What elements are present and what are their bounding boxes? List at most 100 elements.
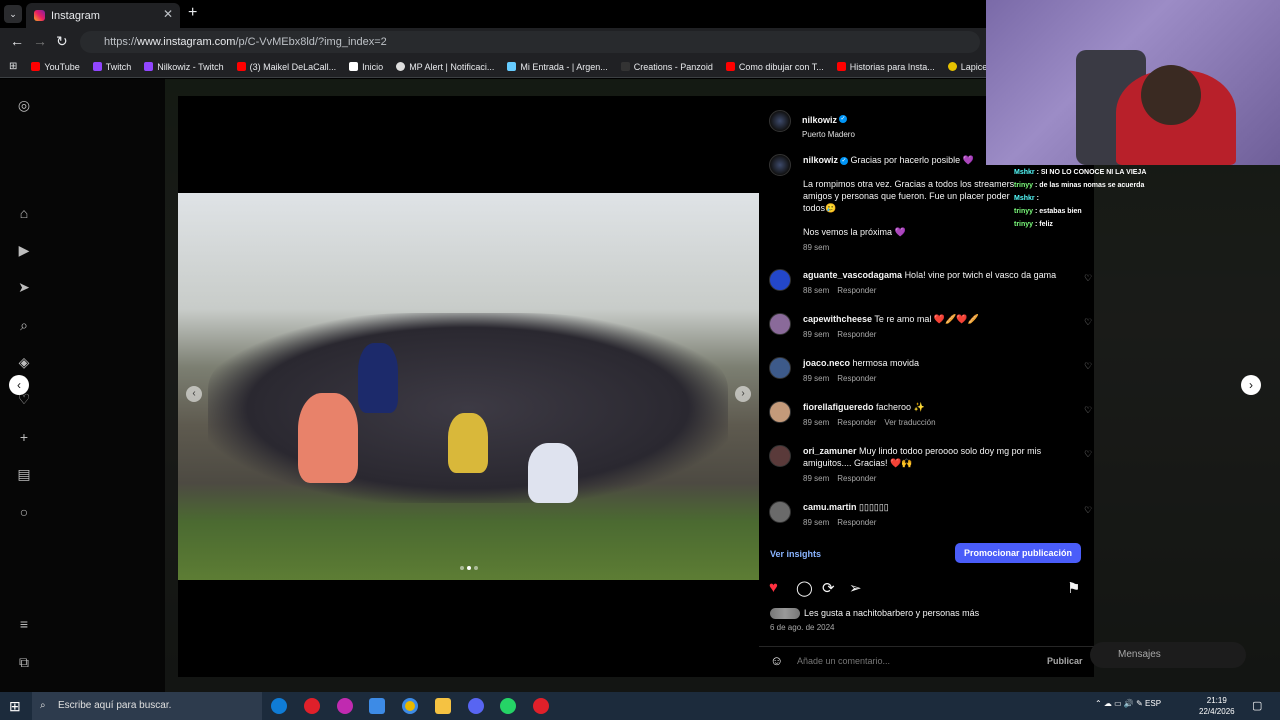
search-icon[interactable]: ⌕ (16, 317, 32, 333)
like-heart-icon[interactable]: ♥ (769, 579, 778, 596)
opera-icon[interactable] (304, 698, 320, 714)
previous-post-arrow-icon[interactable]: ‹ (9, 375, 29, 395)
file-explorer-icon[interactable] (435, 698, 451, 714)
bookmark-youtube[interactable]: YouTube (31, 62, 80, 72)
commenter-avatar[interactable] (769, 357, 791, 379)
publish-button[interactable]: Publicar (1047, 656, 1083, 666)
system-tray[interactable]: ⌃ ☁ ▭ 🔊 ✎ ESP (1095, 699, 1161, 708)
bookmark-maikel[interactable]: (3) Maikel DeLaCall... (236, 62, 336, 72)
commenter-avatar[interactable] (769, 401, 791, 423)
bookmark-x-inicio[interactable]: Inicio (349, 62, 383, 72)
commenter-username[interactable]: ori_zamuner (803, 446, 857, 456)
explore-icon[interactable]: ◈ (16, 354, 32, 370)
commenter-username[interactable]: aguante_vascodagama (803, 270, 902, 280)
like-comment-icon[interactable]: ♡ (1084, 405, 1092, 416)
author-avatar[interactable] (769, 110, 791, 132)
commenter-avatar[interactable] (769, 269, 791, 291)
commenter-username[interactable]: joaco.neco (803, 358, 850, 368)
repost-icon[interactable]: ⟳ (822, 579, 835, 597)
home-icon[interactable]: ⌂ (16, 205, 32, 221)
bookmarks-bar: ⊞ YouTube Twitch Nilkowiz - Twitch (3) M… (0, 56, 986, 78)
see-translation-button[interactable]: Ver traducción (884, 418, 935, 427)
back-icon[interactable]: ← (10, 33, 24, 49)
bookmark-twitch[interactable]: Twitch (92, 62, 131, 72)
dashboard-icon[interactable]: ▤ (16, 466, 32, 482)
commenter-username[interactable]: capewithcheese (803, 314, 872, 324)
notifications-icon[interactable]: ▢ (1252, 699, 1262, 712)
bookmark-icon[interactable]: ⚑ (1067, 579, 1080, 597)
share-icon[interactable]: ➢ (849, 579, 862, 597)
comment-text: ▯▯▯▯▯▯ (859, 502, 889, 512)
caption-avatar[interactable] (769, 154, 791, 176)
obs-icon[interactable] (533, 698, 549, 714)
like-comment-icon[interactable]: ♡ (1084, 505, 1092, 516)
apps-grid-icon[interactable]: ⊞ (9, 61, 17, 72)
opera-gx-icon[interactable] (337, 698, 353, 714)
windows-start-icon[interactable]: ⊞ (9, 698, 21, 715)
close-tab-icon[interactable]: ✕ (163, 7, 173, 21)
panzoid-icon (620, 62, 630, 71)
twitch-icon (144, 62, 154, 71)
bookmark-mi-entrada[interactable]: Mi Entrada - | Argen... (507, 62, 608, 72)
browser-tab-instagram[interactable]: Instagram ✕ (26, 3, 180, 28)
more-menu-icon[interactable]: ≡ (16, 616, 32, 632)
address-bar[interactable]: https://www.instagram.com/p/C-VvMEbx8ld/… (80, 31, 980, 53)
post-location[interactable]: Puerto Madero (802, 130, 1002, 139)
bookmark-panzoid[interactable]: Creations - Panzoid (620, 62, 713, 72)
instagram-logo-icon[interactable]: ◎ (16, 97, 32, 113)
view-insights-link[interactable]: Ver insights (770, 549, 821, 559)
likes-summary[interactable]: Les gusta a nachitobarbero y personas má… (770, 608, 979, 620)
store-icon[interactable] (369, 698, 385, 714)
messages-button[interactable]: Mensajes (1090, 642, 1246, 668)
bookmark-lapices[interactable]: Lapices Prismacolor... (947, 62, 986, 72)
edge-icon[interactable] (271, 698, 287, 714)
tab-search-icon[interactable]: ⌄ (4, 5, 22, 23)
threads-icon[interactable]: ⧉ (16, 654, 32, 670)
reply-button[interactable]: Responder (837, 518, 876, 527)
bookmark-como-dibujar[interactable]: Como dibujar con T... (725, 62, 824, 72)
reply-button[interactable]: Responder (837, 418, 876, 427)
caption-username[interactable]: nilkowiz (803, 155, 838, 165)
comment-icon[interactable]: ◯ (796, 579, 813, 597)
reply-button[interactable]: Responder (837, 474, 876, 483)
commenter-avatar[interactable] (769, 501, 791, 523)
like-comment-icon[interactable]: ♡ (1084, 317, 1092, 328)
taskbar-search[interactable]: ⌕ Escribe aquí para buscar. (32, 692, 262, 720)
forward-icon[interactable]: → (33, 33, 47, 49)
like-comment-icon[interactable]: ♡ (1084, 361, 1092, 372)
next-post-arrow-icon[interactable]: › (1241, 375, 1261, 395)
clock-time: 21:19 (1206, 696, 1227, 705)
emoji-icon[interactable]: ☺ (770, 653, 783, 668)
media-prev-arrow-icon[interactable]: ‹ (186, 386, 202, 402)
bookmark-nilkowiz-twitch[interactable]: Nilkowiz - Twitch (144, 62, 224, 72)
like-comment-icon[interactable]: ♡ (1084, 449, 1092, 460)
taskbar-clock[interactable]: 21:19 22/4/2026 (1199, 695, 1235, 717)
new-tab-icon[interactable]: + (188, 4, 197, 22)
profile-icon[interactable]: ○ (16, 504, 32, 520)
promote-post-button[interactable]: Promocionar publicación (955, 543, 1081, 563)
comment-time: 89 sem (803, 374, 830, 383)
language-indicator[interactable]: ESP (1145, 699, 1161, 708)
bookmark-mp-alert[interactable]: MP Alert | Notificaci... (396, 62, 494, 72)
reply-button[interactable]: Responder (837, 286, 876, 295)
create-icon[interactable]: + (16, 429, 32, 445)
media-next-arrow-icon[interactable]: › (735, 386, 751, 402)
discord-icon[interactable] (468, 698, 484, 714)
author-username[interactable]: nilkowiz (802, 115, 837, 125)
bookmark-historias[interactable]: Historias para Insta... (836, 62, 935, 72)
reply-button[interactable]: Responder (837, 330, 876, 339)
reply-button[interactable]: Responder (837, 374, 876, 383)
stream-chat-overlay: Mshkr : SI NO LO CONOCE NI LA VIEJA trin… (1014, 169, 1147, 228)
reels-icon[interactable]: ▶ (16, 242, 32, 258)
commenter-avatar[interactable] (769, 313, 791, 335)
commenter-avatar[interactable] (769, 445, 791, 467)
like-comment-icon[interactable]: ♡ (1084, 273, 1092, 284)
whatsapp-icon[interactable] (500, 698, 516, 714)
commenter-username[interactable]: camu.martin (803, 502, 857, 512)
direct-icon[interactable]: ➤ (16, 279, 32, 295)
reload-icon[interactable]: ↻ (56, 33, 68, 50)
commenter-username[interactable]: fiorellafigueredo (803, 402, 874, 412)
caption-body: La rompimos otra vez. Gracias a todos lo… (803, 179, 1015, 213)
comment-input[interactable] (797, 656, 1037, 666)
chrome-icon[interactable] (402, 698, 418, 714)
